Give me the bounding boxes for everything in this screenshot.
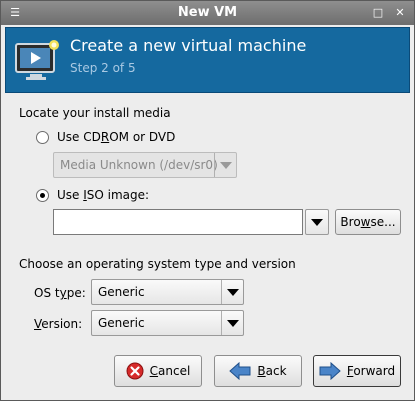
iso-path-input[interactable] bbox=[53, 209, 303, 235]
os-version-select[interactable]: Generic bbox=[91, 310, 244, 336]
os-type-label: OS type: bbox=[34, 286, 86, 300]
iso-radio-label[interactable]: Use ISO image: bbox=[57, 188, 149, 202]
chevron-down-icon bbox=[221, 280, 243, 304]
os-type-value: Generic bbox=[98, 285, 145, 299]
cancel-icon bbox=[126, 362, 144, 380]
chevron-down-icon bbox=[221, 311, 243, 335]
chevron-down-icon bbox=[311, 218, 323, 226]
cdrom-radio-indicator[interactable] bbox=[36, 130, 49, 144]
cancel-button[interactable]: Cancel bbox=[114, 355, 202, 387]
cdrom-device-select: Media Unknown (/dev/sr0) bbox=[53, 152, 237, 178]
maximize-icon[interactable]: □ bbox=[371, 6, 385, 20]
install-media-heading: Locate your install media bbox=[19, 106, 171, 120]
cancel-button-label: Cancel bbox=[149, 364, 191, 378]
cdrom-radio-label[interactable]: Use CDROM or DVD bbox=[57, 130, 175, 144]
os-type-select[interactable]: Generic bbox=[91, 279, 244, 305]
browse-button[interactable]: Browse... bbox=[335, 209, 401, 235]
chevron-down-icon bbox=[214, 153, 236, 177]
forward-button-label: Forward bbox=[346, 364, 396, 378]
forward-button[interactable]: Forward bbox=[313, 355, 401, 387]
iso-radio[interactable]: Use ISO image: bbox=[36, 186, 149, 204]
banner-step: Step 2 of 5 bbox=[70, 61, 136, 75]
cdrom-radio[interactable]: Use CDROM or DVD bbox=[36, 128, 175, 146]
wizard-banner: Create a new virtual machine Step 2 of 5 bbox=[5, 27, 410, 93]
monitor-play-icon bbox=[15, 40, 59, 80]
close-icon[interactable]: ✕ bbox=[393, 6, 407, 20]
browse-button-label: Browse... bbox=[340, 215, 396, 229]
back-button-label: Back bbox=[257, 364, 287, 378]
iso-history-dropdown[interactable] bbox=[305, 209, 329, 235]
os-heading: Choose an operating system type and vers… bbox=[19, 257, 296, 271]
cdrom-device-value: Media Unknown (/dev/sr0) bbox=[60, 158, 218, 172]
forward-arrow-icon bbox=[319, 362, 341, 380]
new-vm-window: ☰ New VM □ ✕ Create a new virtual machin… bbox=[0, 0, 415, 401]
iso-radio-indicator[interactable] bbox=[36, 188, 49, 202]
back-arrow-icon bbox=[229, 362, 251, 380]
window-title: New VM bbox=[177, 5, 238, 20]
banner-title: Create a new virtual machine bbox=[70, 36, 307, 55]
version-label: Version: bbox=[34, 317, 83, 331]
window-menu-icon[interactable]: ☰ bbox=[5, 7, 25, 19]
back-button[interactable]: Back bbox=[214, 355, 302, 387]
os-version-value: Generic bbox=[98, 316, 145, 330]
title-bar[interactable]: ☰ New VM □ ✕ bbox=[1, 1, 414, 25]
